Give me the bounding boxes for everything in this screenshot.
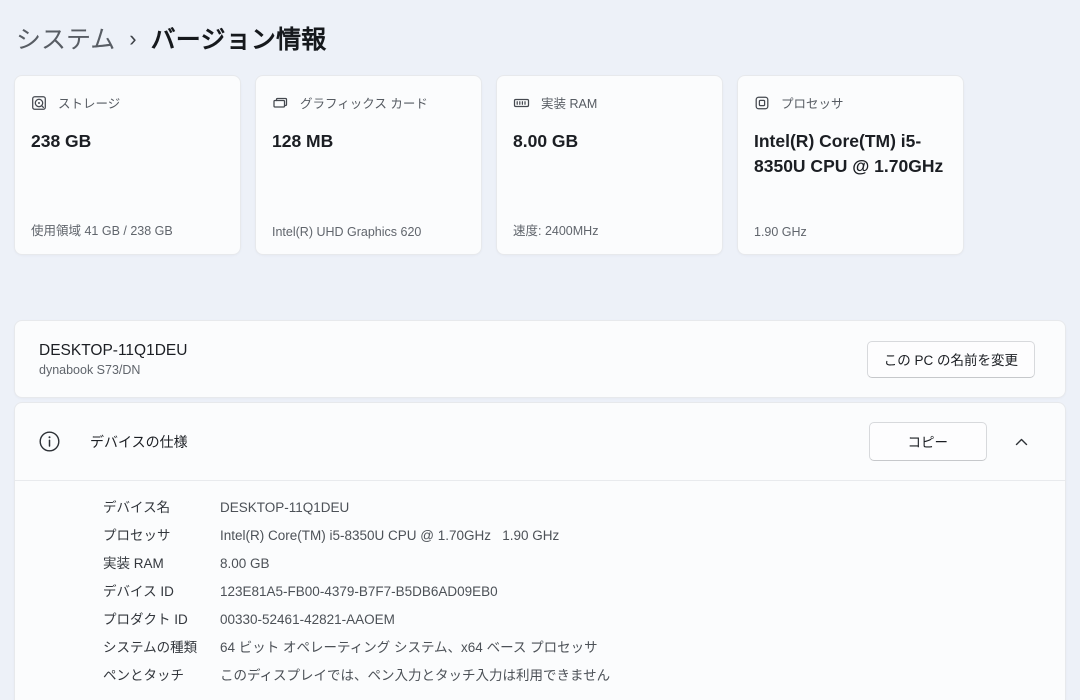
summary-cards-row: ストレージ 238 GB 使用領域 41 GB / 238 GB グラフィックス…: [14, 75, 966, 255]
storage-icon: [31, 95, 47, 111]
graphics-card-icon: [272, 95, 289, 111]
spec-row-product-id: プロダクト ID 00330-52461-42821-AAOEM: [103, 612, 395, 627]
spec-row-pen-touch: ペンとタッチ このディスプレイでは、ペン入力とタッチ入力は利用できません: [103, 668, 611, 683]
info-icon: [37, 429, 62, 454]
chevron-right-icon: ›: [129, 26, 137, 51]
breadcrumb-system-link[interactable]: システム: [16, 20, 115, 56]
device-specs-header[interactable]: デバイスの仕様 コピー: [15, 403, 1065, 480]
card-value: 238 GB: [31, 131, 92, 151]
breadcrumb: システム › バージョン情報: [14, 0, 1066, 58]
spec-row-system-type: システムの種類 64 ビット オペレーティング システム、x64 ベース プロセ…: [103, 640, 598, 655]
page-title: バージョン情報: [150, 26, 327, 54]
card-value: 128 MB: [272, 131, 334, 151]
card-footer: 1.90 GHz: [754, 225, 807, 239]
spec-row-processor: プロセッサ Intel(R) Core(TM) i5-8350U CPU @ 1…: [103, 528, 560, 543]
device-specs-title: デバイスの仕様: [90, 433, 188, 450]
card-label: ストレージ: [58, 97, 121, 111]
ram-icon: [513, 95, 530, 111]
chevron-up-icon[interactable]: [1007, 428, 1035, 456]
card-label: プロセッサ: [781, 97, 844, 111]
card-label: 実装 RAM: [541, 97, 598, 111]
graphics-card-card: グラフィックス カード 128 MB Intel(R) UHD Graphics…: [255, 75, 482, 255]
rename-pc-button[interactable]: この PC の名前を変更: [866, 340, 1035, 378]
card-footer: Intel(R) UHD Graphics 620: [272, 225, 422, 239]
spec-row-device-name: デバイス名 DESKTOP-11Q1DEU: [103, 500, 350, 515]
card-footer: 速度: 2400MHz: [513, 224, 599, 238]
copy-button[interactable]: コピー: [868, 422, 987, 461]
ram-card: 実装 RAM 8.00 GB 速度: 2400MHz: [496, 75, 723, 255]
processor-card: プロセッサ Intel(R) Core(TM) i5-8350U CPU @ 1…: [737, 75, 964, 255]
device-specs-table: デバイス名 DESKTOP-11Q1DEU プロセッサ Intel(R) Cor…: [15, 481, 1065, 700]
spec-row-ram: 実装 RAM 8.00 GB: [103, 556, 270, 571]
card-value: 8.00 GB: [513, 131, 579, 151]
device-name: DESKTOP-11Q1DEU: [39, 341, 188, 359]
spec-row-device-id: デバイス ID 123E81A5-FB00-4379-B7F7-B5DB6AD0…: [103, 584, 498, 599]
storage-card: ストレージ 238 GB 使用領域 41 GB / 238 GB: [14, 75, 241, 255]
card-footer: 使用領域 41 GB / 238 GB: [31, 224, 173, 238]
card-value: Intel(R) Core(TM) i5-8350U CPU @ 1.70GHz: [754, 131, 944, 177]
card-label: グラフィックス カード: [300, 97, 428, 111]
device-name-card: DESKTOP-11Q1DEU dynabook S73/DN この PC の名…: [14, 320, 1066, 398]
device-specs-expander: デバイスの仕様 コピー デバイス名 DESKTOP-11Q1DEU プロセッサ …: [14, 402, 1066, 700]
settings-about-page: システム › バージョン情報 ストレージ 238 GB 使用領域 41 GB /…: [0, 0, 1080, 700]
device-model: dynabook S73/DN: [39, 362, 141, 377]
processor-icon: [754, 95, 770, 111]
